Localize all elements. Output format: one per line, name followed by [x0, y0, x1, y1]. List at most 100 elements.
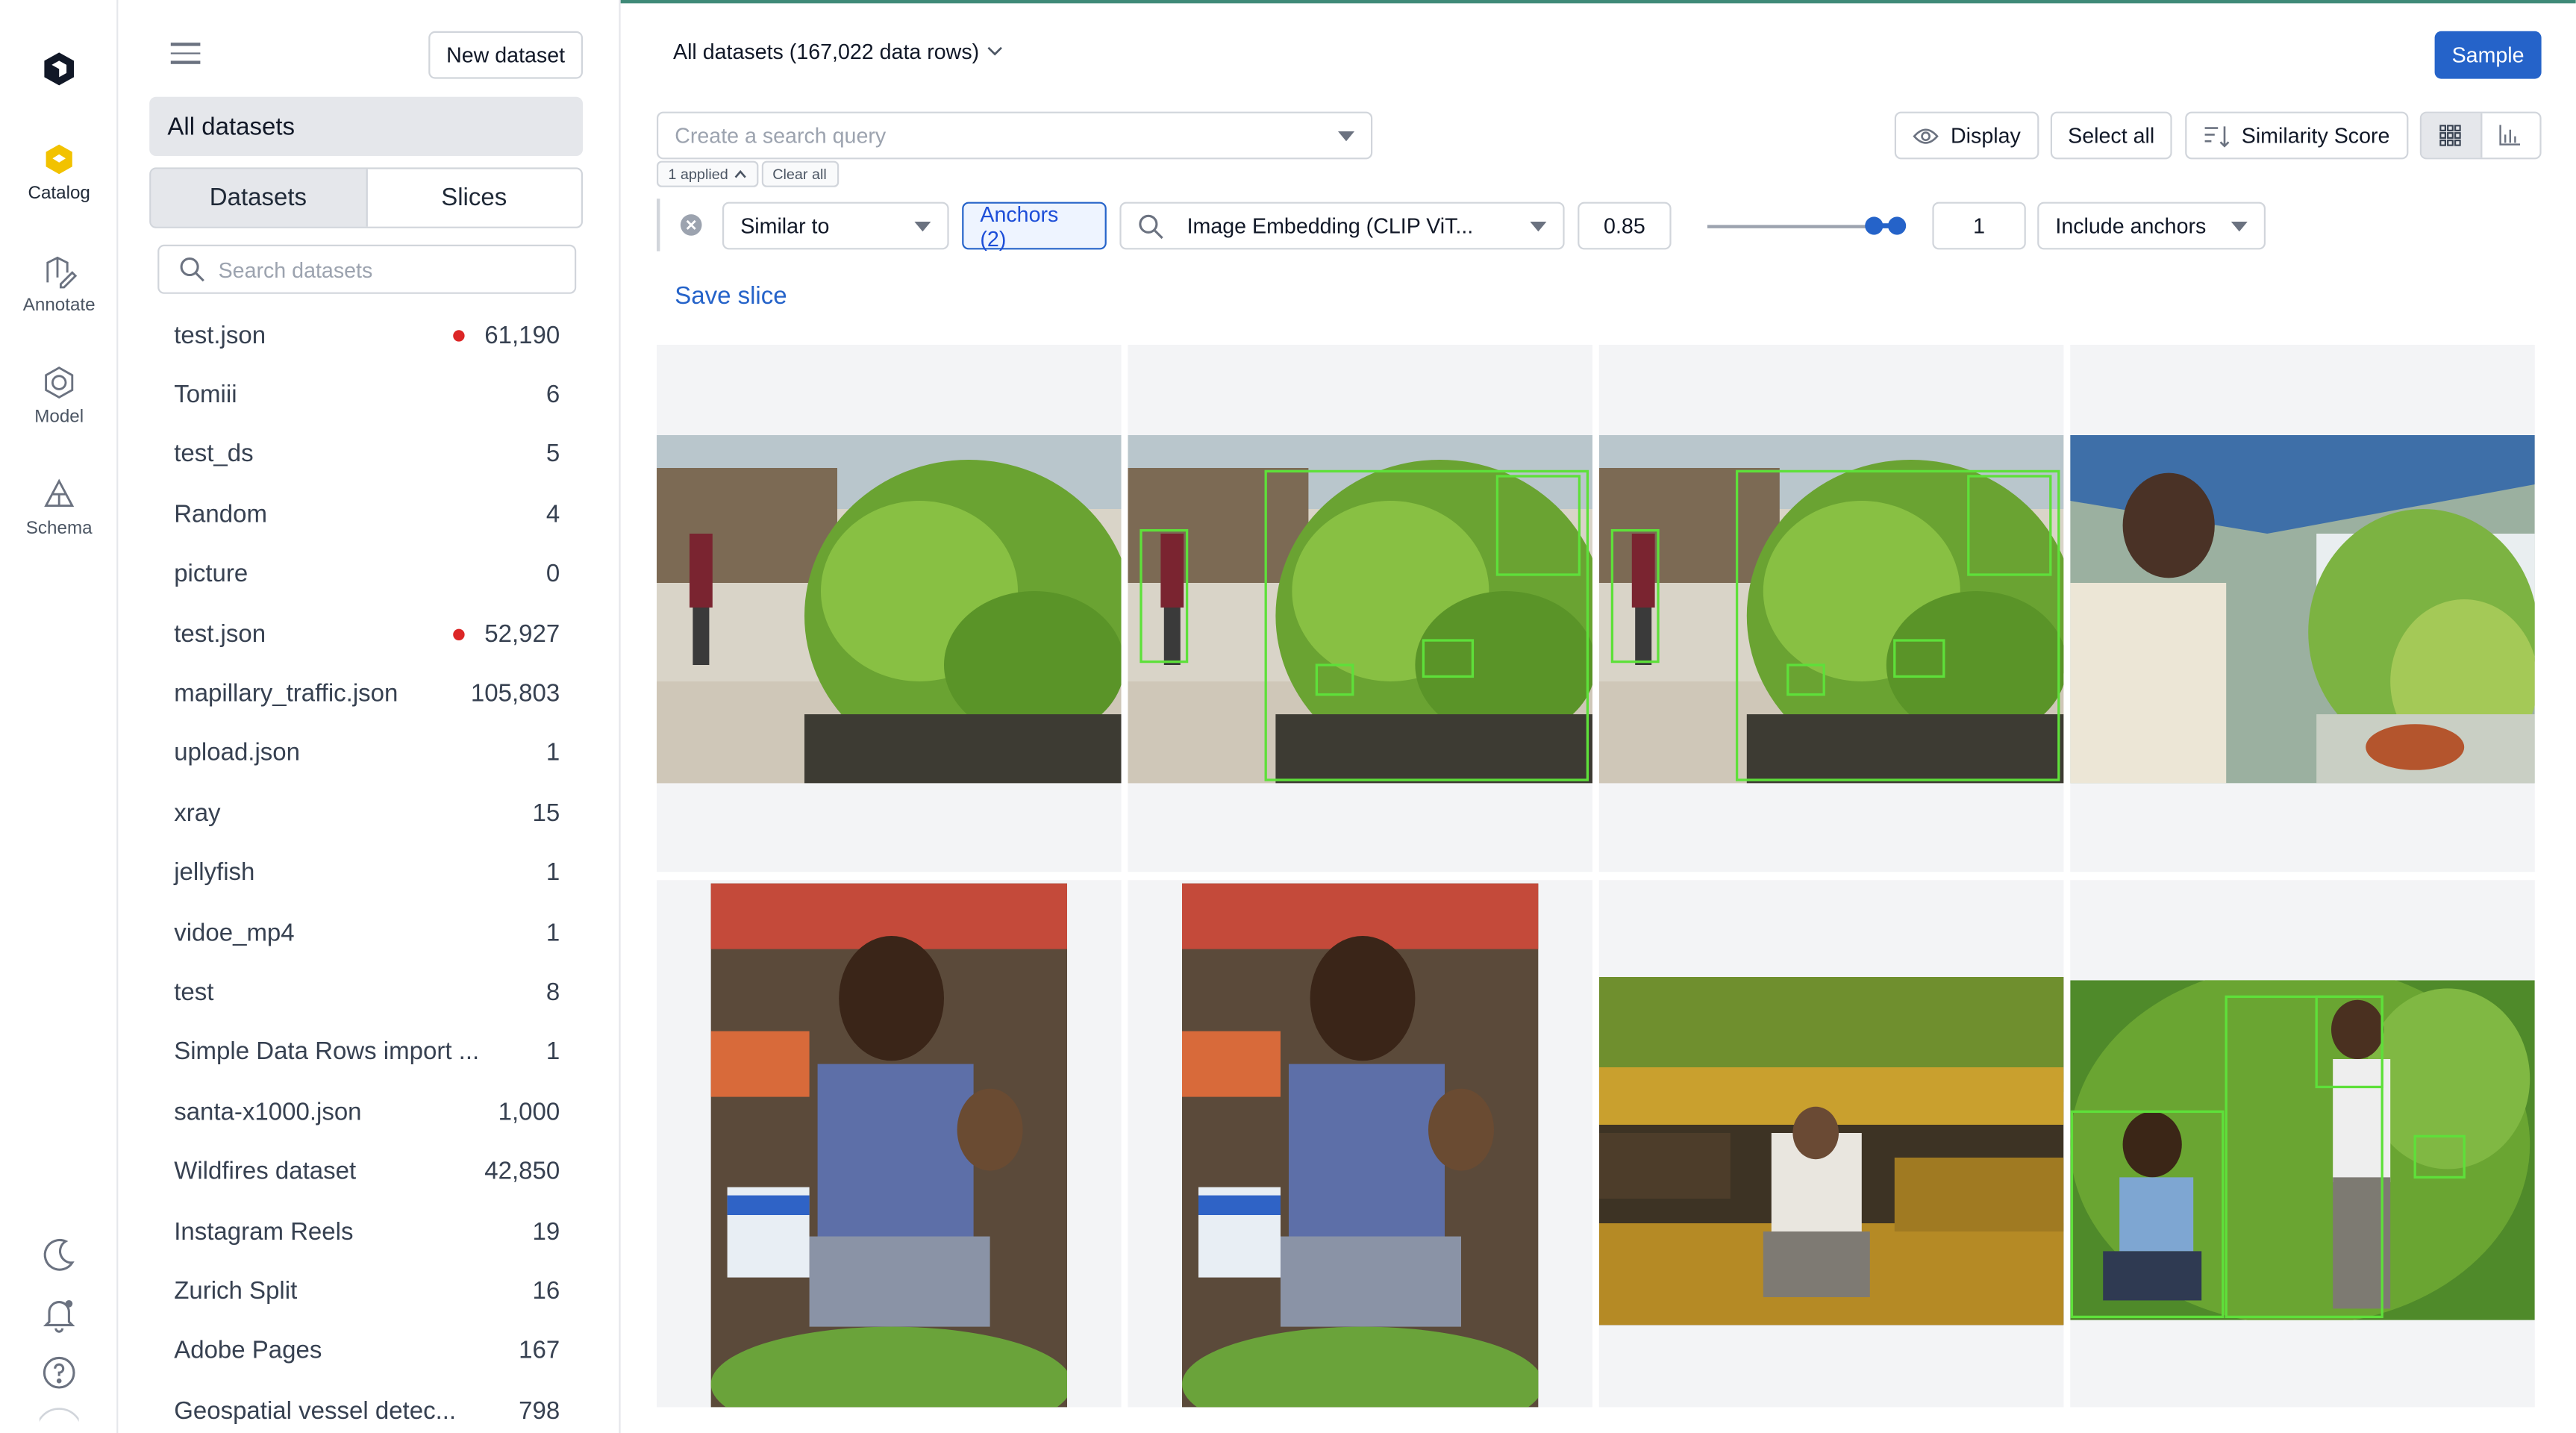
remove-filter-icon[interactable]	[680, 213, 703, 237]
sidebar-dataset-item[interactable]: test_ds 5	[157, 425, 576, 484]
rail-item-schema[interactable]: Schema	[0, 476, 118, 558]
filter-chips: 1 applied Clear all	[657, 160, 842, 187]
select-all-button[interactable]: Select all	[2050, 111, 2172, 160]
sidebar-dataset-item[interactable]: santa-x1000.json 1,000	[157, 1082, 576, 1142]
annotate-icon	[46, 256, 78, 289]
clear-all-chip[interactable]: Clear all	[760, 160, 839, 187]
save-slice-link[interactable]: Save slice	[675, 282, 787, 310]
result-card[interactable]	[657, 345, 1122, 872]
sidebar-dataset-item[interactable]: Tomiii 6	[157, 365, 576, 425]
grid-view-button[interactable]	[2422, 113, 2482, 158]
sidebar-dataset-item[interactable]: mapillary_traffic.json 105,803	[157, 664, 576, 724]
new-dataset-button[interactable]: New dataset	[428, 31, 583, 79]
embedding-select[interactable]: Image Embedding (CLIP ViT...	[1119, 202, 1565, 250]
caret-down-icon	[914, 220, 931, 231]
dataset-name: picture	[174, 560, 248, 589]
sidebar-dataset-item[interactable]: Wildfires dataset 42,850	[157, 1142, 576, 1202]
sort-button-label: Similarity Score	[2241, 123, 2390, 148]
result-card[interactable]	[657, 880, 1122, 1408]
dataset-name: Tomiii	[174, 381, 237, 409]
dataset-count: 19	[532, 1217, 560, 1246]
result-card[interactable]	[2070, 345, 2535, 872]
dataset-scope-dropdown[interactable]: All datasets (167,022 data rows)	[673, 40, 1004, 64]
dataset-count: 61,190	[484, 321, 560, 349]
dataset-search-input[interactable]	[218, 257, 547, 282]
threshold-input[interactable]: 0.85	[1578, 202, 1672, 250]
chart-view-button[interactable]	[2481, 113, 2539, 157]
all-datasets-item[interactable]: All datasets	[149, 96, 583, 156]
rail-label-catalog: Catalog	[28, 184, 90, 204]
anchors-button[interactable]: Anchors (2)	[962, 202, 1107, 251]
moon-icon[interactable]	[40, 1234, 79, 1274]
sidebar-dataset-item[interactable]: vidoe_mp4 1	[157, 903, 576, 963]
logo-icon[interactable]	[40, 49, 79, 89]
result-thumbnail	[2070, 980, 2535, 1320]
model-icon	[45, 366, 74, 399]
chevron-down-icon	[988, 46, 1003, 56]
dataset-count: 798	[519, 1396, 560, 1425]
dataset-count-wrap: 19	[532, 1217, 560, 1245]
result-card[interactable]	[1598, 880, 2064, 1408]
rail-label-model: Model	[34, 407, 84, 427]
avatar[interactable]	[39, 1405, 79, 1433]
dataset-count: 52,927	[484, 619, 560, 649]
bell-icon[interactable]	[40, 1294, 79, 1334]
sample-button[interactable]: Sample	[2434, 31, 2542, 79]
result-card[interactable]	[1128, 345, 1592, 872]
sidebar-dataset-item[interactable]: Zurich Split 16	[157, 1261, 576, 1321]
operator-select[interactable]: Similar to	[722, 202, 949, 250]
dataset-sidebar: New dataset All datasets Datasets Slices…	[118, 0, 621, 1433]
rail-item-catalog[interactable]: Catalog	[0, 141, 118, 223]
operator-value: Similar to	[740, 213, 830, 238]
rail-item-model[interactable]: Model	[0, 364, 118, 446]
sidebar-dataset-item[interactable]: Random 4	[157, 484, 576, 544]
sidebar-dataset-item[interactable]: Geospatial vessel detec... 798	[157, 1381, 576, 1433]
sidebar-dataset-item[interactable]: picture 0	[157, 544, 576, 604]
page-title: All datasets (167,022 data rows)	[673, 39, 980, 64]
sidebar-dataset-item[interactable]: upload.json 1	[157, 724, 576, 784]
sidebar-dataset-item[interactable]: xray 15	[157, 784, 576, 843]
result-card[interactable]	[1128, 880, 1592, 1408]
search-query-input[interactable]	[675, 123, 1338, 148]
sort-button[interactable]: Similarity Score	[2185, 111, 2409, 160]
dataset-name: xray	[174, 799, 221, 828]
dataset-count-wrap: 4	[546, 501, 560, 528]
dataset-name: upload.json	[174, 739, 301, 768]
app-root: Catalog Annotate Model Schema New datase…	[0, 0, 2576, 1433]
rail-item-annotate[interactable]: Annotate	[0, 253, 118, 335]
sidebar-dataset-item[interactable]: Instagram Reels 19	[157, 1202, 576, 1261]
dataset-count-wrap: 52,927	[453, 620, 560, 648]
caret-down-icon	[1530, 220, 1547, 231]
sidebar-dataset-item[interactable]: Simple Data Rows import ... 1	[157, 1023, 576, 1082]
caret-down-icon[interactable]	[1338, 130, 1354, 141]
applied-chip[interactable]: 1 applied	[657, 160, 758, 187]
dataset-count-wrap: 1,000	[498, 1098, 560, 1126]
slider-handle-low[interactable]	[1865, 216, 1883, 235]
menu-icon[interactable]	[170, 43, 201, 66]
tab-datasets[interactable]: Datasets	[151, 169, 367, 227]
sidebar-dataset-item[interactable]: test.json 61,190	[157, 305, 576, 365]
similarity-range-slider[interactable]	[1707, 216, 1907, 235]
include-anchors-select[interactable]: Include anchors	[2037, 202, 2266, 250]
dataset-count: 1	[545, 1038, 560, 1067]
tab-slices[interactable]: Slices	[367, 169, 581, 227]
upper-bound-input[interactable]: 1	[1932, 202, 2026, 250]
sidebar-dataset-item[interactable]: jellyfish 1	[157, 843, 576, 903]
help-icon[interactable]	[40, 1353, 79, 1393]
include-anchors-value: Include anchors	[2055, 213, 2207, 238]
dataset-name: Random	[174, 500, 267, 529]
dataset-name: mapillary_traffic.json	[174, 679, 398, 708]
dataset-count: 6	[545, 381, 560, 409]
result-card[interactable]	[1598, 345, 2064, 872]
dataset-count-wrap: 167	[519, 1337, 560, 1365]
sidebar-dataset-item[interactable]: test 8	[157, 963, 576, 1023]
slider-handle-high[interactable]	[1888, 216, 1907, 235]
sidebar-dataset-item[interactable]: Adobe Pages 167	[157, 1321, 576, 1381]
display-button[interactable]: Display	[1894, 111, 2039, 160]
result-card[interactable]	[2070, 880, 2535, 1408]
search-icon	[1139, 213, 1163, 238]
dataset-count-wrap: 42,850	[484, 1158, 560, 1185]
similarity-filter: Similar to Anchors (2) Image Embedding (…	[657, 199, 2266, 252]
sidebar-dataset-item[interactable]: test.json 52,927	[157, 604, 576, 664]
dataset-count: 16	[532, 1277, 560, 1305]
